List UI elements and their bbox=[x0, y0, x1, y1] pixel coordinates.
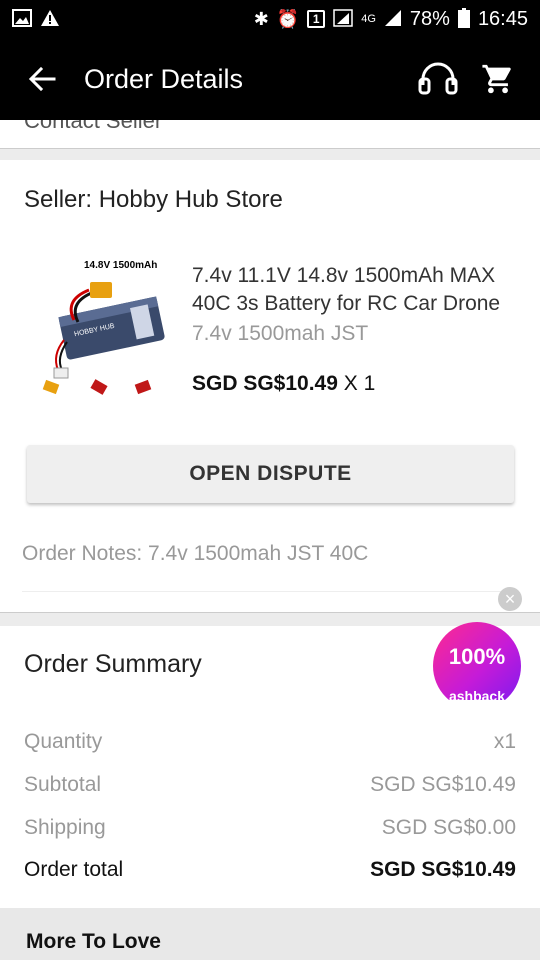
product-image-label: 14.8V 1500mAh bbox=[84, 260, 158, 271]
close-icon[interactable]: × bbox=[498, 587, 522, 611]
summary-label: Quantity bbox=[24, 730, 103, 753]
bluetooth-icon: ✱ bbox=[253, 9, 269, 29]
arrow-left-icon bbox=[28, 66, 56, 92]
notes-divider bbox=[22, 591, 518, 592]
warning-icon bbox=[40, 9, 60, 30]
battery-icon bbox=[457, 7, 470, 31]
signal-icon bbox=[333, 8, 353, 30]
alarm-icon: ⏰ bbox=[276, 9, 300, 29]
summary-row-total: Order total SGD SG$10.49 bbox=[24, 858, 516, 882]
product-price-line: SGD SG$10.49 X 1 bbox=[192, 372, 375, 396]
summary-value: x1 bbox=[493, 730, 516, 753]
summary-row-quantity: Quantity x1 bbox=[24, 730, 516, 754]
cart-icon bbox=[482, 64, 511, 94]
sim-badge: 1 bbox=[307, 10, 326, 28]
contact-seller-section[interactable]: Contact Seller bbox=[0, 120, 540, 148]
clock: 16:45 bbox=[477, 7, 528, 30]
cashback-bubble[interactable]: 100% ashback bbox=[433, 622, 521, 700]
signal-bars-icon bbox=[384, 9, 402, 30]
cart-button[interactable] bbox=[468, 38, 528, 120]
contact-seller-label: Contact Seller bbox=[24, 120, 163, 133]
summary-label: Order total bbox=[24, 858, 124, 881]
section-divider bbox=[0, 612, 540, 626]
battery-product-icon: HOBBY HUB bbox=[42, 282, 165, 395]
summary-value: SGD SG$10.49 bbox=[370, 773, 516, 796]
seller-name[interactable]: Seller: Hobby Hub Store bbox=[24, 186, 283, 214]
open-dispute-button[interactable]: OPEN DISPUTE bbox=[27, 445, 514, 503]
cashback-percent: 100% bbox=[448, 644, 506, 669]
product-title[interactable]: 7.4v 11.1V 14.8v 1500mAh MAX 40C 3s Batt… bbox=[192, 262, 522, 318]
status-bar: ✱ ⏰ 1 4G 78% 16:45 bbox=[0, 0, 540, 38]
gallery-notification-icon bbox=[12, 8, 32, 30]
summary-label: Shipping bbox=[24, 816, 106, 839]
summary-label: Subtotal bbox=[24, 773, 102, 796]
summary-row-shipping: Shipping SGD SG$0.00 bbox=[24, 816, 516, 840]
order-summary-title: Order Summary bbox=[24, 650, 202, 678]
status-left bbox=[12, 8, 60, 30]
support-button[interactable] bbox=[408, 38, 468, 120]
network-type: 4G bbox=[361, 12, 376, 25]
back-button[interactable] bbox=[0, 38, 84, 120]
product-image[interactable]: 14.8V 1500mAh HOBBY HUB bbox=[34, 260, 174, 410]
product-variant: 7.4v 1500mah JST bbox=[192, 322, 369, 345]
section-divider bbox=[0, 148, 540, 160]
status-right: ✱ ⏰ 1 4G 78% 16:45 bbox=[253, 7, 528, 31]
app-bar: Order Details bbox=[0, 38, 540, 120]
product-price: SGD SG$10.49 bbox=[192, 372, 338, 395]
product-quantity: X 1 bbox=[337, 372, 376, 395]
headset-icon bbox=[418, 62, 458, 95]
more-to-love-title: More To Love bbox=[26, 930, 161, 953]
order-notes: Order Notes: 7.4v 1500mah JST 40C bbox=[22, 542, 369, 565]
summary-value: SGD SG$0.00 bbox=[381, 816, 516, 839]
summary-value: SGD SG$10.49 bbox=[370, 858, 516, 881]
more-to-love-section: More To Love bbox=[0, 908, 540, 960]
seller-card: Seller: Hobby Hub Store 14.8V 1500mAh HO… bbox=[0, 160, 540, 612]
page-title: Order Details bbox=[84, 63, 244, 94]
summary-row-subtotal: Subtotal SGD SG$10.49 bbox=[24, 773, 516, 797]
battery-percent: 78% bbox=[409, 7, 450, 30]
